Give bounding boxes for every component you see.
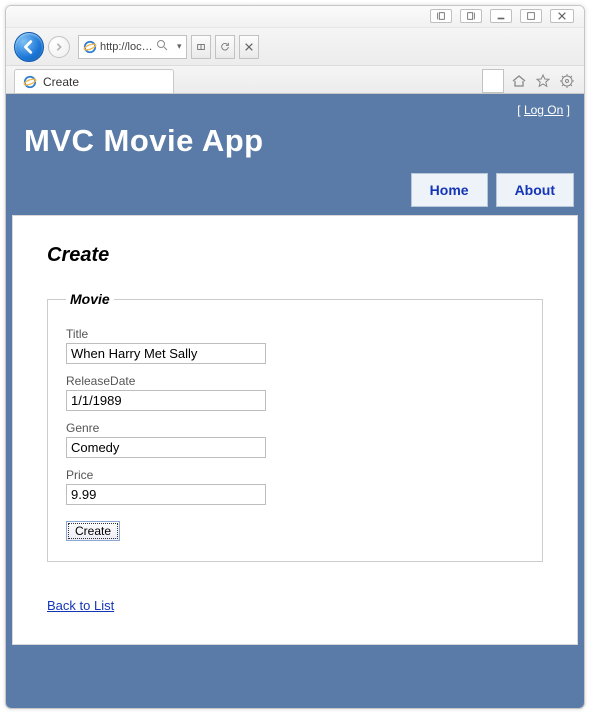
address-search-hint bbox=[156, 39, 174, 54]
nav-about[interactable]: About bbox=[496, 173, 574, 207]
browser-window: http://loc… ▾ Create bbox=[5, 5, 585, 709]
input-genre[interactable] bbox=[66, 437, 266, 458]
label-title: Title bbox=[66, 327, 524, 341]
input-releasedate[interactable] bbox=[66, 390, 266, 411]
nav-forward-button[interactable] bbox=[48, 36, 70, 58]
home-icon[interactable] bbox=[510, 72, 528, 90]
movie-fieldset: Movie Title ReleaseDate Genre Price Crea… bbox=[47, 291, 543, 562]
logon-bar: [ Log On ] bbox=[12, 95, 578, 117]
viewport: [ Log On ] MVC Movie App Home About Crea… bbox=[6, 94, 584, 708]
input-price[interactable] bbox=[66, 484, 266, 505]
window-maximize-button[interactable] bbox=[520, 9, 542, 23]
site-body: [ Log On ] MVC Movie App Home About Crea… bbox=[6, 94, 584, 708]
site-title: MVC Movie App bbox=[12, 117, 578, 173]
create-button[interactable]: Create bbox=[66, 521, 120, 541]
tools-icon[interactable] bbox=[558, 72, 576, 90]
input-title[interactable] bbox=[66, 343, 266, 364]
label-price: Price bbox=[66, 468, 524, 482]
fieldset-legend: Movie bbox=[66, 291, 114, 307]
label-releasedate: ReleaseDate bbox=[66, 374, 524, 388]
address-dropdown-icon[interactable]: ▾ bbox=[177, 41, 182, 52]
tab-strip: Create bbox=[6, 66, 584, 94]
page-heading: Create bbox=[47, 244, 543, 267]
browser-toolbar: http://loc… ▾ bbox=[6, 28, 584, 66]
browser-tools bbox=[510, 72, 576, 93]
top-nav: Home About bbox=[12, 173, 578, 207]
window-close-button[interactable] bbox=[550, 9, 574, 23]
tab-title: Create bbox=[43, 75, 79, 89]
window-controls bbox=[6, 6, 584, 28]
logon-link[interactable]: Log On bbox=[524, 103, 563, 117]
window-snap-left-icon[interactable] bbox=[430, 9, 452, 23]
address-text[interactable]: http://loc… bbox=[100, 41, 153, 53]
compat-view-button[interactable] bbox=[191, 35, 211, 59]
ie-icon bbox=[83, 40, 97, 54]
window-minimize-button[interactable] bbox=[490, 9, 512, 23]
window-snap-right-icon[interactable] bbox=[460, 9, 482, 23]
back-to-list-link[interactable]: Back to List bbox=[47, 598, 114, 613]
refresh-button[interactable] bbox=[215, 35, 235, 59]
favorites-icon[interactable] bbox=[534, 72, 552, 90]
ie-icon bbox=[23, 75, 37, 89]
nav-back-button[interactable] bbox=[14, 32, 44, 62]
new-tab-button[interactable] bbox=[482, 69, 504, 93]
main-content: Create Movie Title ReleaseDate Genre Pri… bbox=[12, 215, 578, 645]
nav-home[interactable]: Home bbox=[411, 173, 488, 207]
address-bar[interactable]: http://loc… ▾ bbox=[78, 35, 187, 59]
label-genre: Genre bbox=[66, 421, 524, 435]
stop-button[interactable] bbox=[239, 35, 259, 59]
browser-tab[interactable]: Create bbox=[14, 69, 174, 93]
